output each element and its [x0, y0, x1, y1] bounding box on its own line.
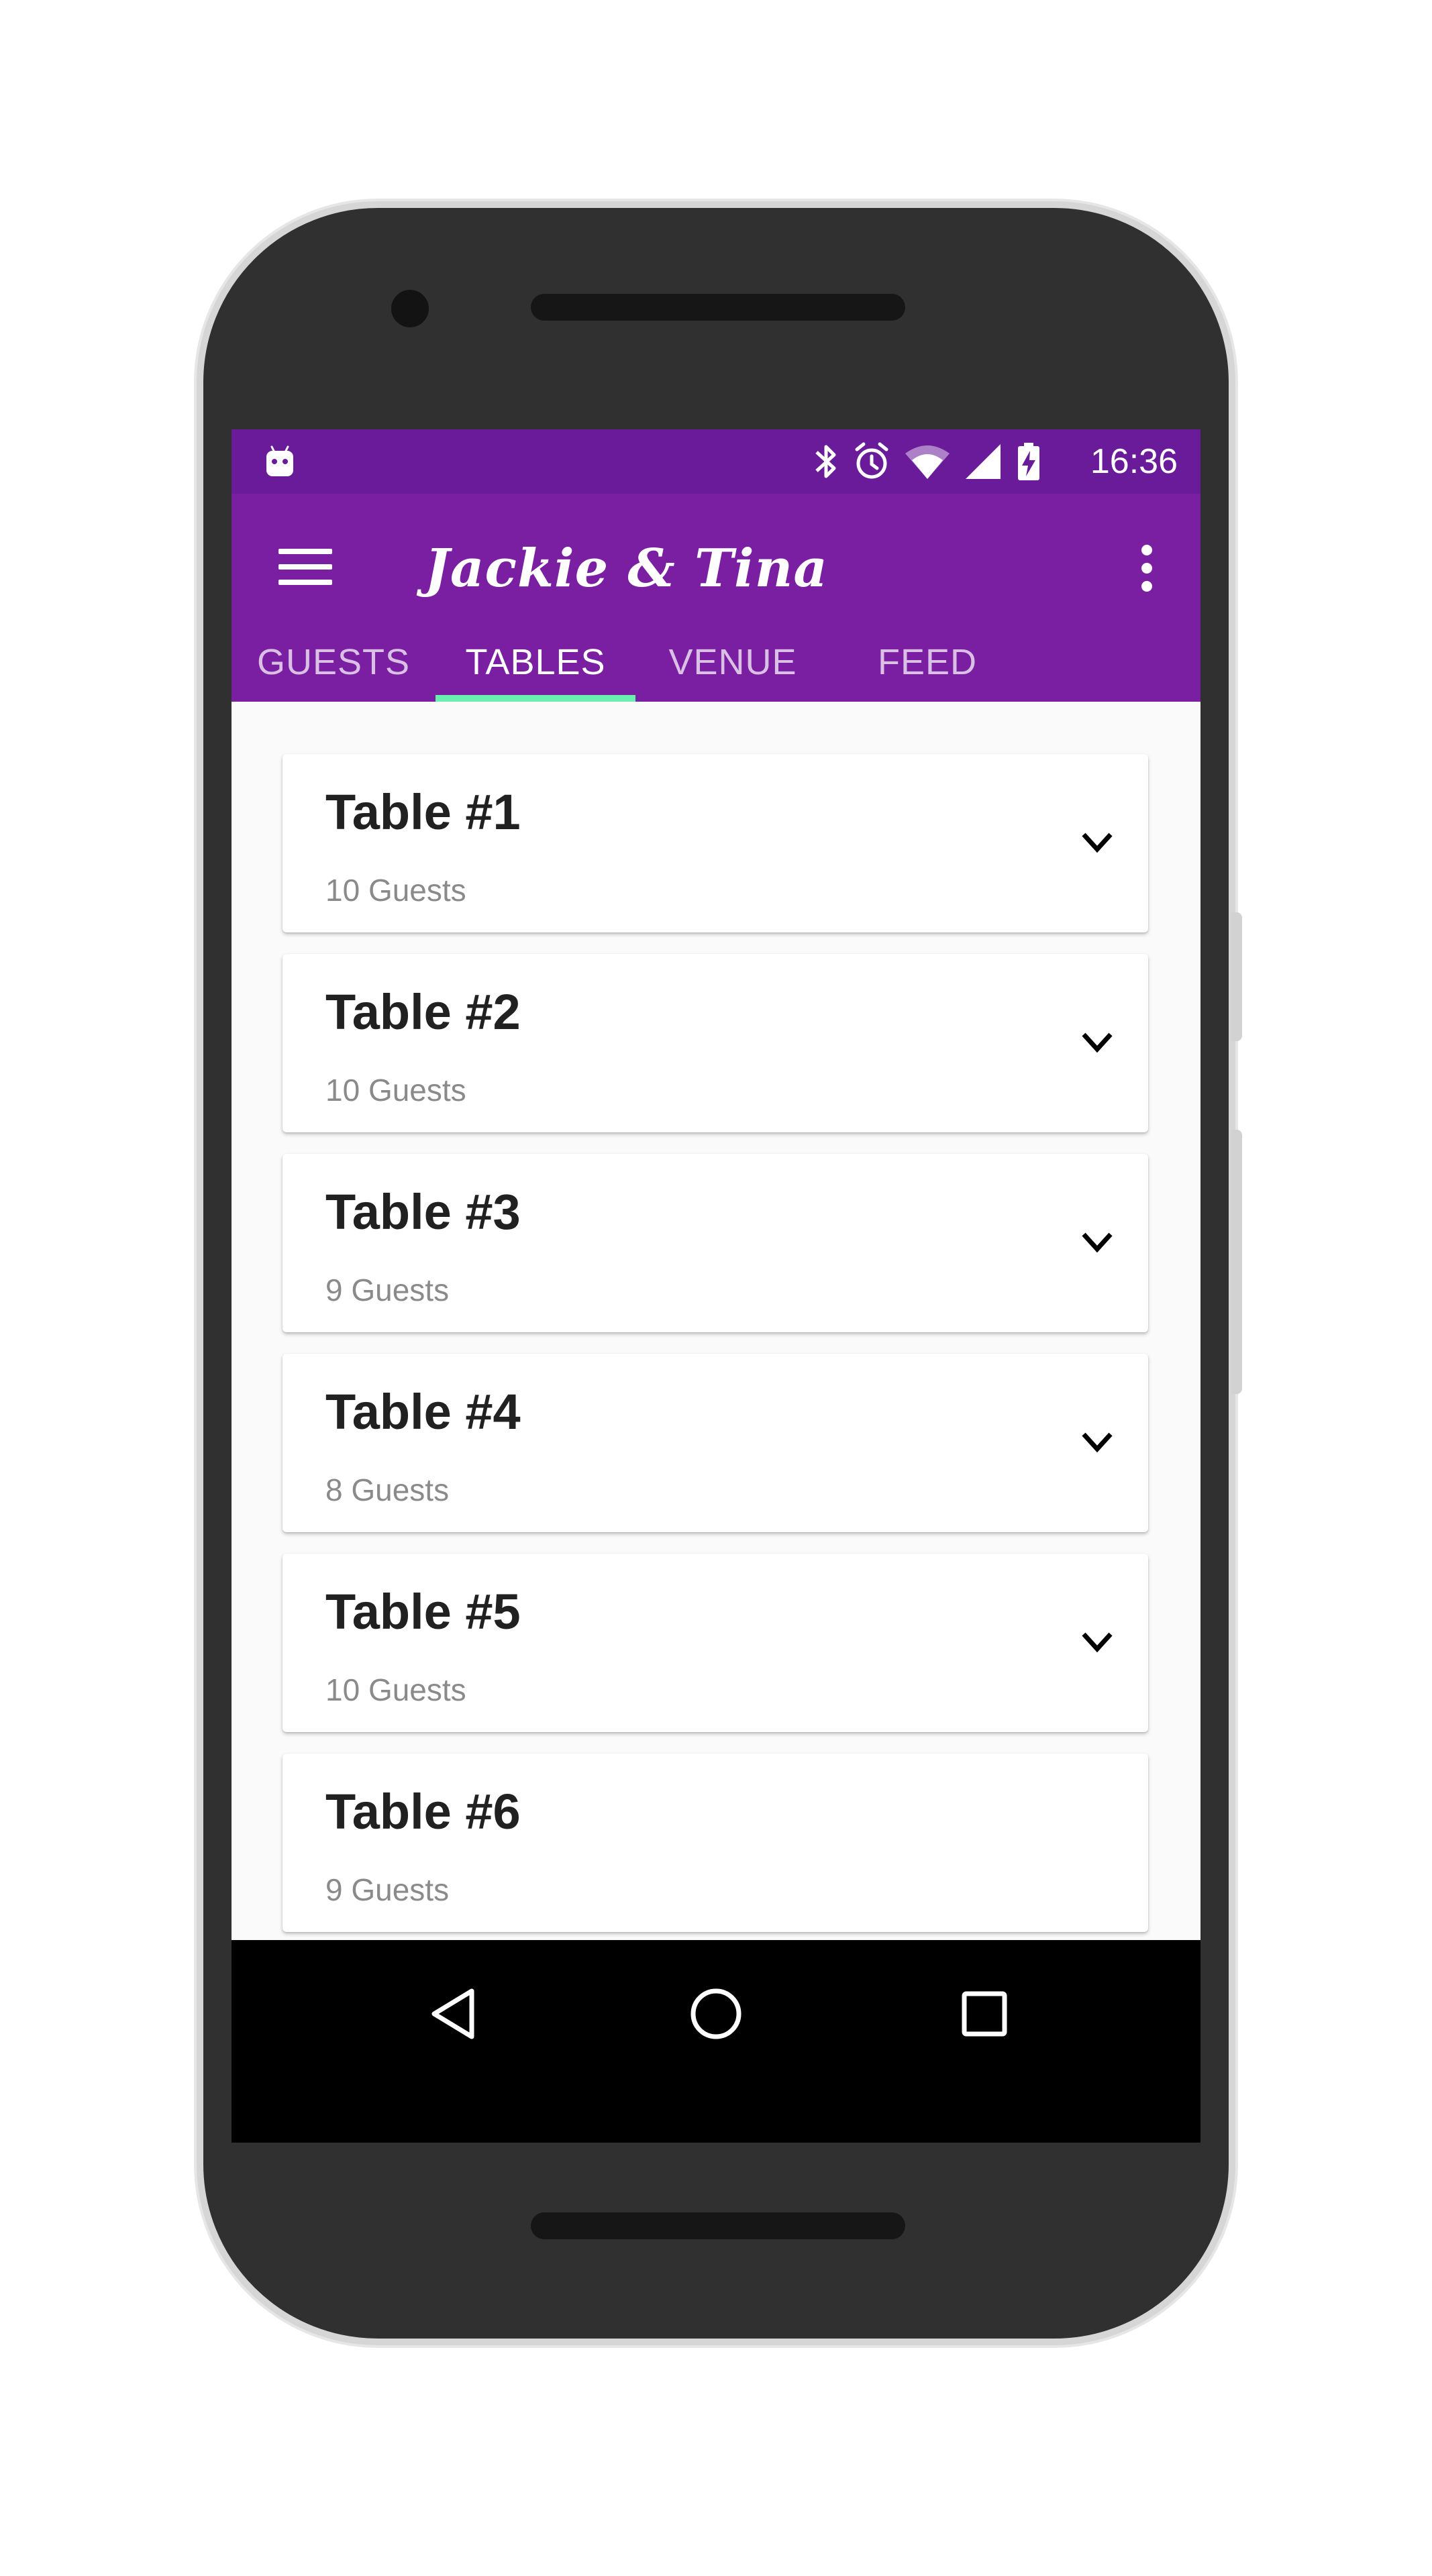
status-bar: 16:36: [232, 429, 1200, 494]
recents-button[interactable]: [944, 1974, 1025, 2054]
recents-icon: [962, 1991, 1007, 2037]
table-name: Table #4: [325, 1384, 521, 1440]
front-camera: [391, 290, 429, 327]
back-icon: [431, 1988, 474, 2039]
home-button[interactable]: [676, 1974, 756, 2054]
bottom-speaker: [531, 2212, 905, 2239]
table-guest-count: 10 Guests: [325, 1672, 466, 1707]
status-icons: [813, 441, 1042, 482]
table-name: Table #3: [325, 1184, 521, 1240]
volume-button: [1231, 1130, 1242, 1394]
table-card[interactable]: Table #6 9 Guests: [283, 1754, 1148, 1932]
alarm-icon: [855, 442, 888, 479]
tab-venue[interactable]: VENUE: [635, 625, 830, 702]
table-guest-count: 8 Guests: [325, 1472, 450, 1507]
table-card[interactable]: Table #3 9 Guests: [283, 1154, 1148, 1332]
navigation-bar: [232, 1940, 1200, 2143]
table-name: Table #6: [325, 1784, 521, 1839]
table-name: Table #5: [325, 1584, 521, 1640]
back-button[interactable]: [413, 1974, 493, 2054]
table-name: Table #2: [325, 984, 521, 1040]
table-guest-count: 10 Guests: [325, 1073, 466, 1108]
wifi-icon: [905, 445, 950, 479]
chevron-down-icon[interactable]: [1080, 1629, 1115, 1656]
table-guest-count: 9 Guests: [325, 1872, 450, 1907]
android-notification-icon: [266, 445, 293, 476]
screen: 16:36 Jackie & Tina GUESTS TABLES VENUE …: [232, 429, 1200, 2143]
chevron-down-icon[interactable]: [1080, 1029, 1115, 1056]
chevron-down-icon[interactable]: [1080, 1229, 1115, 1256]
power-button: [1231, 912, 1242, 1041]
table-card[interactable]: Table #5 10 Guests: [283, 1554, 1148, 1732]
table-guest-count: 10 Guests: [325, 873, 466, 908]
tab-feed[interactable]: FEED: [830, 625, 1025, 702]
battery-charging-icon: [1018, 443, 1039, 480]
more-vert-icon[interactable]: [1139, 545, 1155, 592]
table-name: Table #1: [325, 784, 521, 840]
app-bar: Jackie & Tina GUESTS TABLES VENUE FEED: [232, 494, 1200, 702]
bluetooth-icon: [815, 445, 836, 478]
phone-frame: 16:36 Jackie & Tina GUESTS TABLES VENUE …: [197, 201, 1242, 2345]
home-icon: [691, 1988, 741, 2039]
chevron-down-icon[interactable]: [1080, 829, 1115, 856]
tab-bar: GUESTS TABLES VENUE FEED: [232, 625, 1200, 702]
table-guest-count: 9 Guests: [325, 1273, 450, 1307]
status-time: 16:36: [1090, 442, 1178, 481]
app-title: Jackie & Tina: [425, 538, 828, 599]
table-card[interactable]: Table #4 8 Guests: [283, 1354, 1148, 1532]
chevron-down-icon[interactable]: [1080, 1429, 1115, 1456]
table-card[interactable]: Table #1 10 Guests: [283, 754, 1148, 932]
table-card[interactable]: Table #2 10 Guests: [283, 954, 1148, 1132]
menu-icon[interactable]: [278, 543, 332, 590]
tab-guests[interactable]: GUESTS: [232, 625, 436, 702]
signal-icon: [966, 444, 1001, 479]
tab-tables[interactable]: TABLES: [436, 625, 635, 702]
table-list: Table #1 10 Guests Table #2 10 Guests Ta…: [232, 702, 1200, 1940]
earpiece-speaker: [531, 294, 905, 321]
tab-indicator: [436, 695, 635, 702]
